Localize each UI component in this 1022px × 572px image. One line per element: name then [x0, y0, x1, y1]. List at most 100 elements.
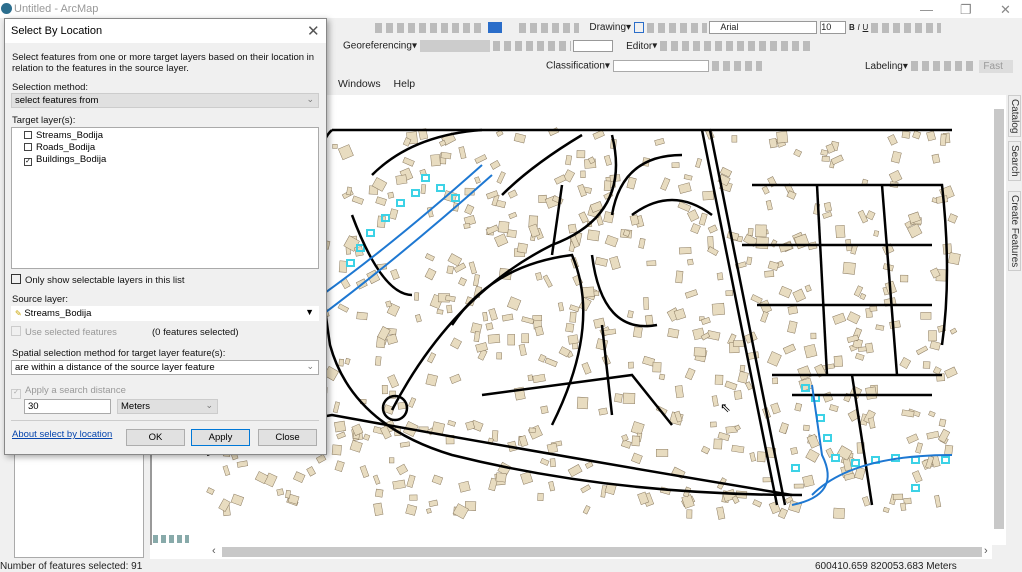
units-select[interactable]: Meters ⌄: [117, 399, 218, 414]
labeling-icons[interactable]: [910, 61, 977, 72]
target-layer-item[interactable]: ✓ Buildings_Bodija: [24, 154, 106, 166]
vertical-scrollbar[interactable]: [992, 95, 1006, 545]
labeling-menu[interactable]: Labeling: [865, 61, 903, 72]
dialog-close-icon[interactable]: ✕: [307, 22, 320, 40]
ok-button[interactable]: OK: [126, 429, 185, 446]
only-selectable-option[interactable]: Only show selectable layers in this list: [11, 274, 184, 286]
search-tab[interactable]: Search: [1008, 141, 1021, 182]
scroll-thumb[interactable]: [994, 109, 1004, 529]
building: [939, 133, 947, 146]
building: [805, 448, 820, 463]
building: [425, 373, 438, 387]
source-layer-select[interactable]: ✎ Streams_Bodija ▼: [11, 306, 319, 321]
building: [911, 470, 923, 483]
apply-button[interactable]: Apply: [191, 429, 250, 446]
building: [346, 186, 352, 196]
building: [833, 507, 846, 520]
label-quality-select[interactable]: Fast: [979, 60, 1014, 73]
selection-method-select[interactable]: select features from ⌄: [11, 93, 319, 108]
building: [315, 453, 327, 464]
italic-button[interactable]: I: [858, 23, 860, 32]
building: [749, 452, 757, 462]
building: [652, 361, 662, 373]
catalog-tab[interactable]: Catalog: [1008, 95, 1021, 138]
building: [677, 182, 692, 194]
checkbox[interactable]: [11, 274, 21, 284]
scroll-right-icon[interactable]: ›: [984, 545, 988, 557]
building: [609, 255, 621, 270]
menu-help[interactable]: Help: [394, 78, 416, 90]
distance-input[interactable]: 30: [24, 399, 111, 414]
horizontal-scrollbar[interactable]: ‹ ›: [150, 545, 992, 559]
editor-menu[interactable]: Editor: [626, 41, 652, 52]
create-features-tab[interactable]: Create Features: [1008, 191, 1021, 272]
color-swatch[interactable]: [487, 22, 502, 33]
building: [667, 328, 680, 339]
close-window-button[interactable]: ✕: [1000, 2, 1011, 18]
drawing-icons[interactable]: [646, 22, 707, 33]
building: [626, 176, 637, 190]
toolbar-row-3: Classification▾: [546, 60, 762, 72]
scroll-left-icon[interactable]: ‹: [212, 545, 216, 557]
building: [767, 260, 780, 271]
toolbar-icons[interactable]: [375, 22, 485, 33]
drawing-menu[interactable]: Drawing: [589, 22, 626, 33]
use-selected-option[interactable]: Use selected features: [11, 326, 117, 338]
building: [823, 202, 832, 212]
building: [865, 386, 878, 400]
building: [440, 151, 452, 160]
classification-icons[interactable]: [711, 61, 762, 71]
spatial-method-select[interactable]: are within a distance of the source laye…: [11, 360, 319, 375]
building: [463, 222, 471, 229]
checkbox[interactable]: [11, 326, 21, 336]
building: [428, 499, 439, 508]
view-toggle-icons[interactable]: [153, 535, 189, 543]
scroll-thumb[interactable]: [222, 547, 982, 557]
building: [833, 355, 844, 368]
color-icons[interactable]: [871, 22, 942, 33]
checkbox[interactable]: [24, 131, 32, 139]
building: [803, 343, 818, 359]
spatial-method-value: are within a distance of the source laye…: [15, 362, 215, 373]
close-button[interactable]: Close: [258, 429, 317, 446]
minimize-button[interactable]: —: [920, 2, 933, 17]
classification-menu[interactable]: Classification: [546, 61, 605, 72]
building: [621, 434, 629, 442]
georef-layer-select[interactable]: [419, 40, 490, 52]
checkbox-checked[interactable]: ✓: [11, 389, 21, 399]
georef-icons[interactable]: [492, 41, 571, 51]
selected-building: [831, 454, 840, 462]
building: [614, 393, 623, 403]
building: [567, 223, 577, 234]
building: [496, 171, 506, 184]
select-elements-icon[interactable]: [633, 22, 644, 33]
building: [821, 155, 830, 162]
toc-panel[interactable]: [14, 440, 144, 558]
building: [882, 506, 890, 514]
font-size-select[interactable]: 10: [820, 21, 847, 34]
toolbar-icons[interactable]: [518, 22, 579, 33]
georef-input[interactable]: [573, 40, 614, 52]
target-layer-item[interactable]: Streams_Bodija: [24, 130, 103, 141]
selected-building: [366, 229, 375, 237]
road: [600, 324, 614, 416]
font-select[interactable]: Arial: [709, 21, 818, 34]
classification-select[interactable]: [612, 60, 709, 72]
restore-button[interactable]: ❐: [960, 2, 972, 18]
georeferencing-menu[interactable]: Georeferencing: [343, 41, 412, 52]
about-select-by-location-link[interactable]: About select by location: [12, 429, 112, 440]
bold-button[interactable]: B: [849, 23, 855, 32]
editor-icons[interactable]: [660, 41, 811, 51]
building: [906, 433, 919, 444]
selected-building: [816, 414, 825, 422]
target-layer-item[interactable]: Roads_Bodija: [24, 142, 95, 153]
target-layers-list[interactable]: Streams_Bodija Roads_Bodija ✓ Buildings_B…: [11, 127, 319, 269]
menu-windows[interactable]: Windows: [338, 78, 381, 90]
building: [859, 293, 867, 300]
apply-distance-option[interactable]: ✓ Apply a search distance: [11, 385, 126, 399]
underline-button[interactable]: U: [863, 23, 869, 32]
checkbox[interactable]: [24, 143, 32, 151]
checkbox-checked[interactable]: ✓: [24, 158, 32, 166]
mouse-cursor-icon: ⇖: [720, 400, 731, 415]
building: [803, 424, 810, 431]
